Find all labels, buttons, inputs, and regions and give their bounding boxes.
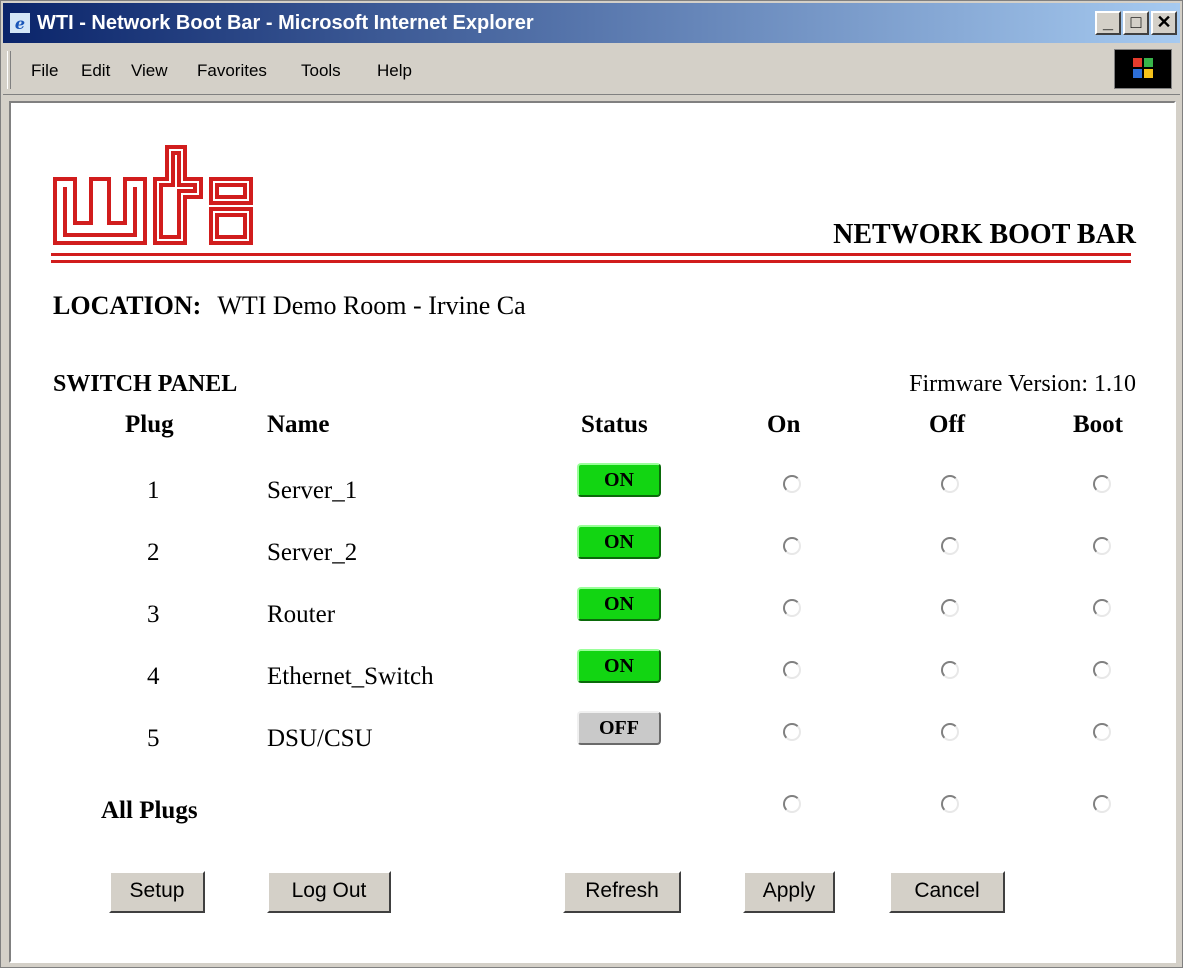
location: LOCATION: WTI Demo Room - Irvine Ca xyxy=(53,291,526,321)
radio-plug-3-off[interactable] xyxy=(941,599,959,617)
close-button[interactable]: ✕ xyxy=(1151,11,1177,35)
status-button[interactable]: ON xyxy=(577,649,661,683)
plug-number: 3 xyxy=(147,601,160,628)
menu-file[interactable]: File xyxy=(31,61,58,81)
radio-all-off[interactable] xyxy=(941,795,959,813)
radio-plug-5-off[interactable] xyxy=(941,723,959,741)
menu-help[interactable]: Help xyxy=(377,61,412,81)
radio-plug-2-boot[interactable] xyxy=(1093,537,1111,555)
plug-number: 4 xyxy=(147,663,160,690)
plug-name: Server_2 xyxy=(267,539,358,566)
menu-edit[interactable]: Edit xyxy=(81,61,110,81)
menu-tools[interactable]: Tools xyxy=(301,61,341,81)
plug-name: Server_1 xyxy=(267,477,358,504)
column-header-off: Off xyxy=(929,411,966,438)
status-button[interactable]: ON xyxy=(577,525,661,559)
plug-number: 2 xyxy=(147,539,160,566)
plug-number: 5 xyxy=(147,725,160,752)
column-header-status: Status xyxy=(581,411,648,438)
status-button[interactable]: ON xyxy=(577,463,661,497)
radio-plug-2-on[interactable] xyxy=(783,537,801,555)
svg-text:e: e xyxy=(15,14,25,33)
wti-logo xyxy=(53,145,253,245)
all-plugs-label: All Plugs xyxy=(101,797,198,824)
radio-plug-4-boot[interactable] xyxy=(1093,661,1111,679)
radio-plug-3-on[interactable] xyxy=(783,599,801,617)
radio-plug-3-boot[interactable] xyxy=(1093,599,1111,617)
apply-button[interactable]: Apply xyxy=(743,871,835,913)
status-button[interactable]: ON xyxy=(577,587,661,621)
menu-view[interactable]: View xyxy=(131,61,168,81)
radio-plug-2-off[interactable] xyxy=(941,537,959,555)
plug-name: Ethernet_Switch xyxy=(267,663,434,690)
minimize-button[interactable]: _ xyxy=(1095,11,1121,35)
page-title: NETWORK BOOT BAR xyxy=(833,219,1136,250)
radio-plug-4-on[interactable] xyxy=(783,661,801,679)
column-header-name: Name xyxy=(267,411,330,438)
plug-name: Router xyxy=(267,601,336,628)
menu-favorites[interactable]: Favorites xyxy=(197,61,267,81)
browser-window: e WTI - Network Boot Bar - Microsoft Int… xyxy=(0,0,1183,968)
logout-button[interactable]: Log Out xyxy=(267,871,391,913)
windows-logo-icon xyxy=(1114,49,1172,89)
header-rule-top xyxy=(51,253,1131,256)
location-label: LOCATION: xyxy=(53,291,202,320)
column-header-on: On xyxy=(767,411,801,438)
radio-plug-5-boot[interactable] xyxy=(1093,723,1111,741)
menu-bar: File Edit View Favorites Tools Help xyxy=(3,45,1180,95)
radio-plug-4-off[interactable] xyxy=(941,661,959,679)
column-header-boot: Boot xyxy=(1073,411,1123,438)
radio-plug-1-off[interactable] xyxy=(941,475,959,493)
internet-explorer-icon: e xyxy=(10,13,30,33)
plug-number: 1 xyxy=(147,477,160,504)
radio-plug-1-on[interactable] xyxy=(783,475,801,493)
location-value: WTI Demo Room - Irvine Ca xyxy=(217,291,526,320)
switch-panel-title: SWITCH PANEL xyxy=(53,371,238,397)
status-button[interactable]: OFF xyxy=(577,711,661,745)
page-content: wti NETWORK BOOT BAR LOCATION: WTI Demo … xyxy=(9,101,1176,963)
radio-plug-1-boot[interactable] xyxy=(1093,475,1111,493)
refresh-button[interactable]: Refresh xyxy=(563,871,681,913)
setup-button[interactable]: Setup xyxy=(109,871,205,913)
radio-all-on[interactable] xyxy=(783,795,801,813)
radio-plug-5-on[interactable] xyxy=(783,723,801,741)
firmware-version: Firmware Version: 1.10 xyxy=(909,371,1136,397)
header-rule-bottom xyxy=(51,260,1131,263)
title-bar: e WTI - Network Boot Bar - Microsoft Int… xyxy=(3,3,1180,43)
column-header-plug: Plug xyxy=(125,411,174,438)
menu-grip[interactable] xyxy=(7,51,11,89)
cancel-button[interactable]: Cancel xyxy=(889,871,1005,913)
window-title: WTI - Network Boot Bar - Microsoft Inter… xyxy=(37,12,534,34)
plug-name: DSU/CSU xyxy=(267,725,373,752)
maximize-button[interactable]: □ xyxy=(1123,11,1149,35)
radio-all-boot[interactable] xyxy=(1093,795,1111,813)
